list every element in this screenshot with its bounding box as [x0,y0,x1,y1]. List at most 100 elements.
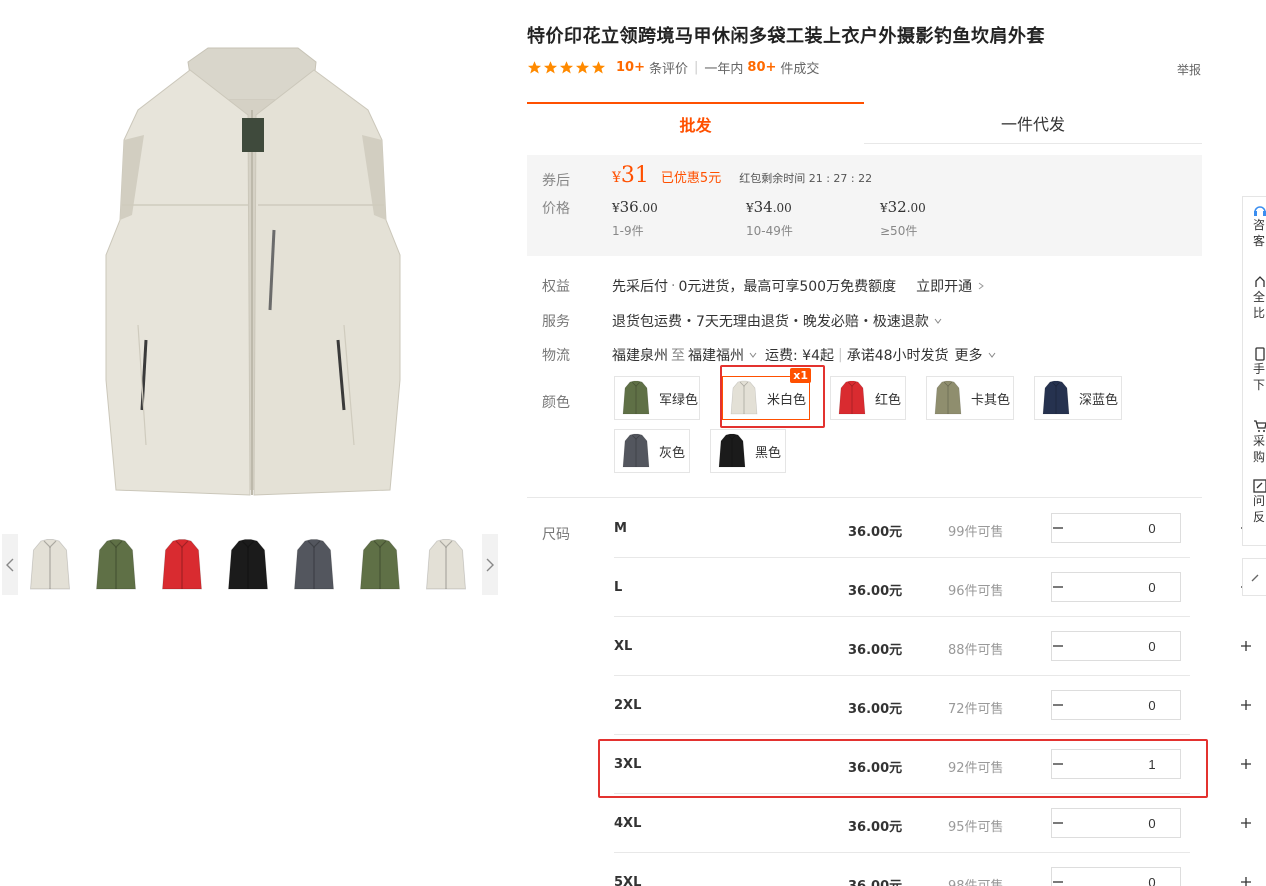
color-option-label: 军绿色 [659,392,699,408]
quantity-input[interactable] [1064,868,1240,886]
customer-service-item[interactable]: 咨 客 [1243,203,1266,249]
gallery-thumbnail[interactable] [288,538,340,592]
size-name: L [614,580,623,595]
ship-from: 福建泉州 [612,348,668,364]
decrease-button[interactable] [1052,573,1064,601]
size-row: 3XL 36.00元 92件可售 [614,735,1251,794]
mobile-order-item[interactable]: 手 下 [1243,347,1266,393]
coupon-price-row: ¥ 31 已优惠5元 红包剩余时间 21 : 27 : 22 [612,163,872,188]
decrease-button[interactable] [1052,514,1064,542]
logistics-row: 福建泉州 至 福建福州 运费: ¥4起 | 承诺48小时发货 更多 [612,345,996,365]
thumb-prev-button[interactable] [2,534,18,595]
color-option[interactable]: 红色 [830,376,906,420]
plus-icon [1241,818,1251,828]
plus-icon [1241,877,1251,886]
price-tier: ¥34.00 10-49件 [746,198,793,239]
color-option[interactable]: 军绿色 [614,376,700,420]
color-option-label: 深蓝色 [1079,392,1119,408]
price-label: 价格 [542,201,570,217]
plus-icon [1241,641,1251,651]
decrease-button[interactable] [1052,750,1064,778]
size-stock: 88件可售 [948,643,1004,658]
star-icon [527,61,542,74]
thumb-next-button[interactable] [482,534,498,595]
float-text: 问 [1253,494,1266,508]
color-option-label: 红色 [875,392,902,408]
ship-promise: 承诺48小时发货 [846,348,949,364]
size-name: 3XL [614,757,642,772]
size-name: 2XL [614,698,642,713]
increase-button[interactable] [1240,750,1252,778]
quantity-input[interactable] [1064,632,1240,660]
tab-dropship[interactable]: 一件代发 [864,102,1202,144]
review-count[interactable]: 10+ [616,60,645,75]
tab-wholesale[interactable]: 批发 [527,102,864,144]
feedback-item[interactable]: 问 反 [1243,479,1266,525]
size-stock: 99件可售 [948,525,1004,540]
size-row: M 36.00元 99件可售 [614,499,1251,558]
quantity-input[interactable] [1064,573,1240,601]
float-text: 比 [1253,306,1266,320]
purchase-cart-item[interactable]: 采购 [1243,419,1266,465]
size-name: 4XL [614,816,642,831]
gallery-thumbnail[interactable] [90,538,142,592]
quantity-input[interactable] [1064,691,1240,719]
star-icon [559,61,574,74]
decrease-button[interactable] [1052,809,1064,837]
gallery-thumbnail[interactable] [354,538,406,592]
increase-button[interactable] [1240,691,1252,719]
main-product-image[interactable] [98,40,408,500]
quantity-input[interactable] [1064,750,1240,778]
color-option[interactable]: 米白色 x1 [722,368,811,420]
section-divider [527,497,1202,498]
decrease-button[interactable] [1052,632,1064,660]
ship-to-word: 至 [671,348,685,364]
tier-range: 1-9件 [612,224,644,238]
report-link[interactable]: 举报 [1177,61,1201,78]
size-row: L 36.00元 96件可售 [614,558,1251,617]
thumbnail-strip [2,534,498,595]
color-option[interactable]: 灰色 [614,429,690,473]
size-stock: 96件可售 [948,584,1004,599]
float-text: 咨 [1253,218,1266,232]
rating-stars [527,60,606,75]
quantity-stepper [1051,631,1251,661]
review-suffix[interactable]: 条评价 [649,58,688,77]
tier-price: ¥34.00 [746,198,792,216]
activate-link[interactable]: 立即开通 [916,276,972,296]
service-row[interactable]: 退货包运费・7天无理由退货・晚发必赔・极速退款 [612,311,942,331]
decrease-button[interactable] [1052,868,1064,886]
gallery-thumbnail[interactable] [156,538,208,592]
compare-item[interactable]: 全 比 [1243,275,1266,321]
color-option-label: 卡其色 [971,392,1011,408]
logistics-label: 物流 [542,348,570,364]
increase-button[interactable] [1240,632,1252,660]
size-row: XL 36.00元 88件可售 [614,617,1251,676]
increase-button[interactable] [1240,809,1252,837]
color-option[interactable]: 深蓝色 [1034,376,1122,420]
star-icon [575,61,590,74]
color-option[interactable]: 黑色 [710,429,786,473]
size-price: 36.00元 [848,702,903,717]
gallery-thumbnail[interactable] [222,538,274,592]
color-option[interactable]: 卡其色 [926,376,1014,420]
decrease-button[interactable] [1052,691,1064,719]
chevron-down-icon [988,352,995,358]
coupon-label: 券后 [542,173,570,189]
quantity-stepper [1051,690,1251,720]
minus-icon [1053,822,1063,824]
quantity-input[interactable] [1064,514,1240,542]
ship-to-select[interactable]: 福建福州 [688,345,744,365]
chevron-right-icon [978,282,984,290]
tier-range: 10-49件 [746,224,793,238]
benefits-desc: 0元进货，最高可享500万免费额度 [678,279,897,295]
gallery-thumbnail[interactable] [420,538,472,592]
back-to-top-button[interactable] [1242,558,1266,596]
float-text: 采购 [1253,434,1266,464]
increase-button[interactable] [1240,868,1252,886]
gallery-thumbnail[interactable] [24,538,76,592]
logistics-more[interactable]: 更多 [955,345,983,365]
size-stock: 72件可售 [948,702,1004,717]
size-price: 36.00元 [848,875,902,886]
quantity-input[interactable] [1064,809,1240,837]
